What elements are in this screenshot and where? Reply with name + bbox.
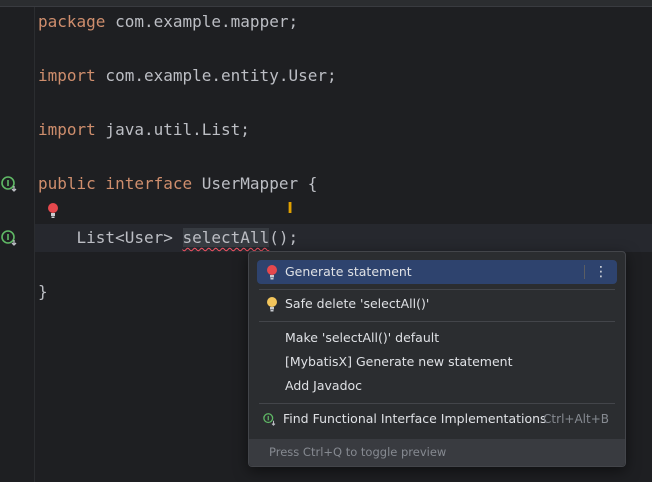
code-line-method[interactable]: List<User> selectAll(); (38, 225, 298, 251)
code-line-close-brace[interactable]: } (38, 279, 48, 305)
red-bulb-icon[interactable] (47, 202, 59, 220)
implementation-icon (263, 413, 276, 426)
safe-delete-item[interactable]: Safe delete 'selectAll()' (257, 292, 617, 316)
code-text: } (38, 282, 48, 301)
find-implementations-item[interactable]: Find Functional Interface Implementation… (257, 407, 617, 431)
popup-footer-hint: Press Ctrl+Q to toggle preview (249, 439, 625, 466)
item-label: Add Javadoc (285, 378, 363, 393)
divider (259, 403, 615, 404)
implementation-icon[interactable] (1, 229, 19, 247)
code-line-import-list[interactable]: import java.util.List; (38, 117, 250, 143)
item-label: [MybatisX] Generate new statement (285, 354, 513, 369)
mybatisx-generate-item[interactable]: [MybatisX] Generate new statement (257, 350, 617, 374)
divider (259, 321, 615, 322)
add-javadoc-item[interactable]: Add Javadoc (257, 374, 617, 398)
code-text: java.util.List; (95, 120, 250, 139)
implementation-icon[interactable] (1, 175, 19, 193)
intention-actions-popup: Generate statement ⋮ Safe delete 'select… (248, 251, 626, 467)
code-text: com.example.mapper; (105, 12, 299, 31)
red-bulb-icon (267, 265, 277, 280)
item-label: Generate statement (285, 264, 412, 279)
divider (584, 265, 585, 279)
keyword: package (38, 12, 106, 31)
shortcut-hint: Ctrl+Alt+B (543, 412, 609, 426)
item-label: Safe delete 'selectAll()' (285, 296, 430, 311)
code-line-package[interactable]: package com.example.mapper; (38, 9, 298, 35)
keyword: import (38, 120, 96, 139)
code-line-interface[interactable]: public interface UserMapper { (38, 171, 317, 197)
code-text: com.example.entity.User; (95, 66, 337, 85)
yellow-bulb-icon (267, 297, 277, 312)
editor-gutter (0, 7, 35, 482)
divider (259, 289, 615, 290)
item-label: Find Functional Interface Implementation… (283, 411, 547, 426)
editor-tab-strip (0, 0, 652, 7)
text-cursor-icon: I (287, 199, 293, 217)
method-name-error[interactable]: selectAll (182, 228, 270, 247)
code-text: UserMapper { (192, 174, 318, 193)
keyword: public interface (38, 174, 193, 193)
code-text: (); (269, 228, 299, 247)
keyword: import (38, 66, 96, 85)
code-line-import-user[interactable]: import com.example.entity.User; (38, 63, 337, 89)
code-text: List<User> (38, 228, 183, 247)
make-default-item[interactable]: Make 'selectAll()' default (257, 326, 617, 350)
generate-statement-item[interactable]: Generate statement ⋮ (257, 260, 617, 284)
more-options-icon[interactable]: ⋮ (593, 260, 609, 284)
item-label: Make 'selectAll()' default (285, 330, 440, 345)
